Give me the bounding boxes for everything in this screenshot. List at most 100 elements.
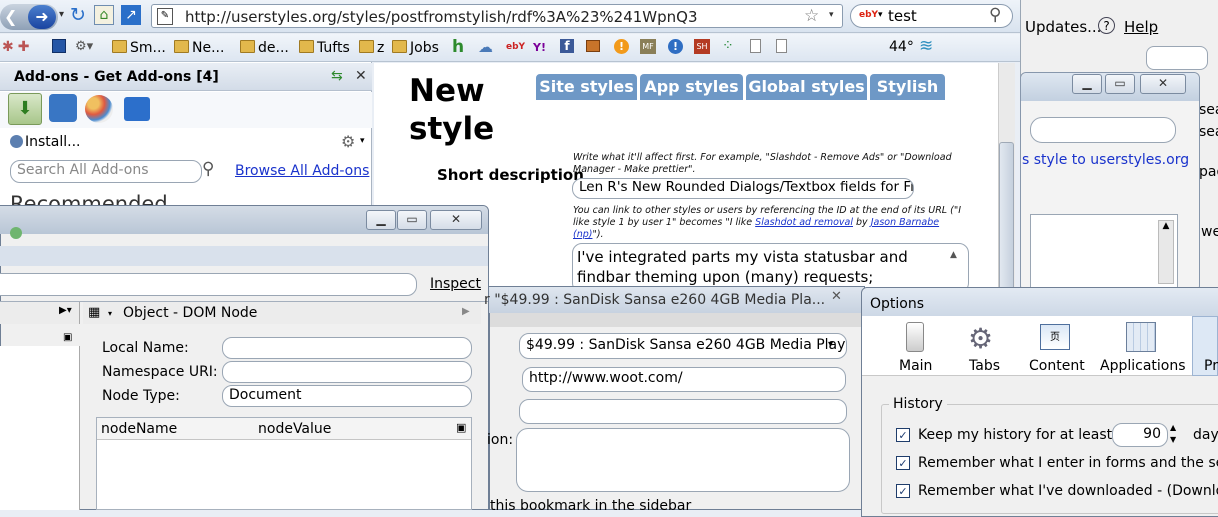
install-button[interactable]: Install... — [25, 134, 81, 150]
post-to-userstyles-link[interactable]: s style to userstyles.org — [1022, 152, 1189, 168]
bookmark-folder-sm[interactable]: Sm... — [112, 40, 166, 56]
left-panel-dock-icon[interactable]: ▣ — [63, 332, 72, 343]
mf-icon[interactable]: MF — [640, 39, 656, 54]
addons-search-icon[interactable]: ⚲ — [202, 159, 214, 179]
remember-downloads-checkbox[interactable]: ✓ — [896, 484, 910, 498]
bookmark-description-textarea[interactable] — [516, 428, 850, 492]
dom-close-button[interactable]: ✕ — [430, 210, 482, 230]
namespace-uri-field[interactable] — [222, 361, 472, 383]
applications-icon[interactable] — [1126, 322, 1156, 352]
search-text[interactable]: test — [888, 7, 917, 25]
upload-icon[interactable]: ↗ — [121, 5, 141, 25]
dom-minimize-button[interactable]: ▁ — [366, 210, 396, 230]
slashdot-ad-removal-link[interactable]: Slashdot ad removal — [755, 217, 853, 228]
addons-settings-dropdown-icon[interactable]: ▾ — [360, 136, 365, 146]
addons-settings-gear-icon[interactable]: ⚙ — [341, 132, 355, 151]
search-bar[interactable]: ebY ▾ test ⚲ — [850, 4, 1013, 28]
minimize-button[interactable]: ▁ — [1072, 74, 1102, 94]
themes-palette-icon[interactable] — [85, 95, 113, 123]
history-days-input[interactable]: 90 — [1112, 423, 1168, 447]
bookmark-folder-ne[interactable]: Ne... — [174, 40, 224, 56]
tab-site-styles[interactable]: Site styles — [536, 74, 637, 100]
options-tab-content[interactable]: Content — [1029, 358, 1085, 374]
tools-icon[interactable]: ⚙▾ — [75, 39, 93, 54]
left-panel-menu-arrow-icon[interactable]: ▶▾ — [59, 305, 72, 316]
url-bar[interactable]: ✎ http://userstyles.org/styles/postfroms… — [151, 4, 843, 28]
options-tab-tabs[interactable]: Tabs — [969, 358, 1000, 374]
blank-page-icon[interactable] — [750, 39, 761, 53]
panel-menu-arrow-icon[interactable]: ▶ — [462, 306, 470, 317]
local-name-field[interactable] — [222, 337, 472, 359]
inspect-button[interactable]: Inspect — [430, 276, 481, 292]
tab-stylish[interactable]: Stylish — [870, 74, 945, 100]
bookmark-name-select[interactable]: $49.99 : SanDisk Sansa e260 4GB Media Pl… — [519, 333, 847, 359]
chat-icon[interactable]: ☁ — [478, 38, 493, 56]
url-dropdown-icon[interactable]: ▾ — [829, 10, 834, 20]
alert-icon[interactable]: ! — [614, 39, 629, 54]
tabs-gear-icon[interactable]: ⚙ — [968, 322, 993, 355]
browse-all-addons-link[interactable]: Browse All Add-ons — [235, 163, 369, 179]
options-tab-privacy[interactable]: Pri — [1204, 358, 1218, 374]
tab-app-styles[interactable]: App styles — [640, 74, 743, 100]
home-icon[interactable]: ⌂ — [94, 5, 114, 25]
grid-icon[interactable]: ⁘ — [722, 38, 734, 54]
back-arrow-icon[interactable]: ❮ — [4, 7, 17, 26]
search-engine-dropdown-icon[interactable]: ▾ — [878, 10, 883, 20]
bookmark-location-field[interactable]: http://www.woot.com/ — [522, 367, 846, 392]
bookmark-folder-jobs[interactable]: Jobs — [392, 40, 439, 56]
toolbar-icons-group[interactable]: ✱✚ — [2, 39, 33, 55]
url-text[interactable]: http://userstyles.org/styles/postfromsty… — [185, 8, 698, 26]
bookmark-keyword-field[interactable] — [519, 399, 847, 424]
facebook-icon[interactable]: f — [560, 39, 574, 53]
node-type-field[interactable]: Document — [222, 385, 472, 407]
page-scrollbar-thumb[interactable] — [999, 142, 1014, 292]
middle-window-list[interactable] — [1030, 214, 1178, 288]
short-description-field[interactable]: Len R's New Rounded Dialogs/Textbox fiel… — [572, 178, 914, 199]
remember-forms-checkbox[interactable]: ✓ — [896, 456, 910, 470]
weather-icon[interactable]: ≋ — [919, 36, 933, 56]
content-window-icon[interactable]: 页 — [1040, 324, 1070, 350]
tab-global-styles[interactable]: Global styles — [746, 74, 867, 100]
left-panel-tree[interactable] — [0, 346, 80, 510]
middle-window-scrollbar[interactable]: ▲ — [1158, 220, 1174, 284]
sh-icon[interactable]: SH — [694, 39, 710, 54]
hitlist-icon[interactable]: h — [452, 37, 464, 57]
save-disk-icon[interactable] — [52, 39, 66, 53]
middle-window-field[interactable] — [1030, 117, 1176, 143]
get-addons-download-icon[interactable]: ⬇ — [8, 93, 42, 125]
addons-search-input[interactable]: Search All Add-ons — [10, 160, 202, 183]
addons-sidebar-swap-icon[interactable]: ⇆ — [331, 68, 343, 84]
close-button[interactable]: ✕ — [1140, 74, 1186, 94]
options-tab-main[interactable]: Main — [899, 358, 932, 374]
bookmark-folder-z[interactable]: z — [359, 40, 384, 56]
textarea-scroll-up-icon[interactable]: ▲ — [950, 250, 957, 260]
bookmark-name-dropdown-icon[interactable]: ▾ — [828, 339, 833, 350]
addons-title-dropdown-icon[interactable]: ▾ — [206, 70, 211, 80]
addons-close-icon[interactable]: ✕ — [355, 68, 367, 84]
search-magnifier-icon[interactable]: ⚲ — [989, 5, 1001, 25]
col-node-value[interactable]: nodeValue — [258, 421, 331, 437]
forward-arrow-icon[interactable]: ➜ — [28, 5, 56, 29]
dom-url-input[interactable] — [0, 273, 417, 296]
plugins-lego-icon[interactable] — [124, 97, 150, 121]
info-alert-icon[interactable]: ! — [668, 39, 683, 54]
menu-updates[interactable]: Updates... — [1025, 18, 1101, 36]
yahoo-icon[interactable]: Y! — [533, 41, 546, 54]
reload-icon[interactable]: ↻ — [70, 4, 86, 26]
bookmark-folder-de[interactable]: de... — [240, 40, 289, 56]
main-switch-icon[interactable] — [906, 322, 924, 352]
keep-history-checkbox[interactable]: ✓ — [896, 428, 910, 442]
menu-help[interactable]: Help — [1124, 18, 1158, 36]
right-background-field[interactable] — [1146, 46, 1208, 70]
panel-viewer-dropdown-icon[interactable]: ▾ — [108, 309, 112, 318]
maximize-button[interactable]: ▭ — [1105, 74, 1135, 94]
extensions-puzzle-icon[interactable] — [49, 94, 77, 122]
blank-page-icon-2[interactable] — [776, 39, 787, 53]
bookmark-dialog-close-icon[interactable]: ✕ — [831, 289, 842, 304]
bookmark-star-icon[interactable]: ☆ — [804, 6, 819, 26]
sidebar-checkbox-label[interactable]: this bookmark in the sidebar — [490, 498, 691, 514]
back-forward-buttons[interactable]: ❮ ➜ — [0, 4, 58, 30]
book-icon[interactable] — [586, 40, 600, 52]
panel-viewer-icon[interactable]: ▦ — [88, 305, 100, 320]
history-dropdown-icon[interactable]: ▾ — [59, 9, 64, 20]
